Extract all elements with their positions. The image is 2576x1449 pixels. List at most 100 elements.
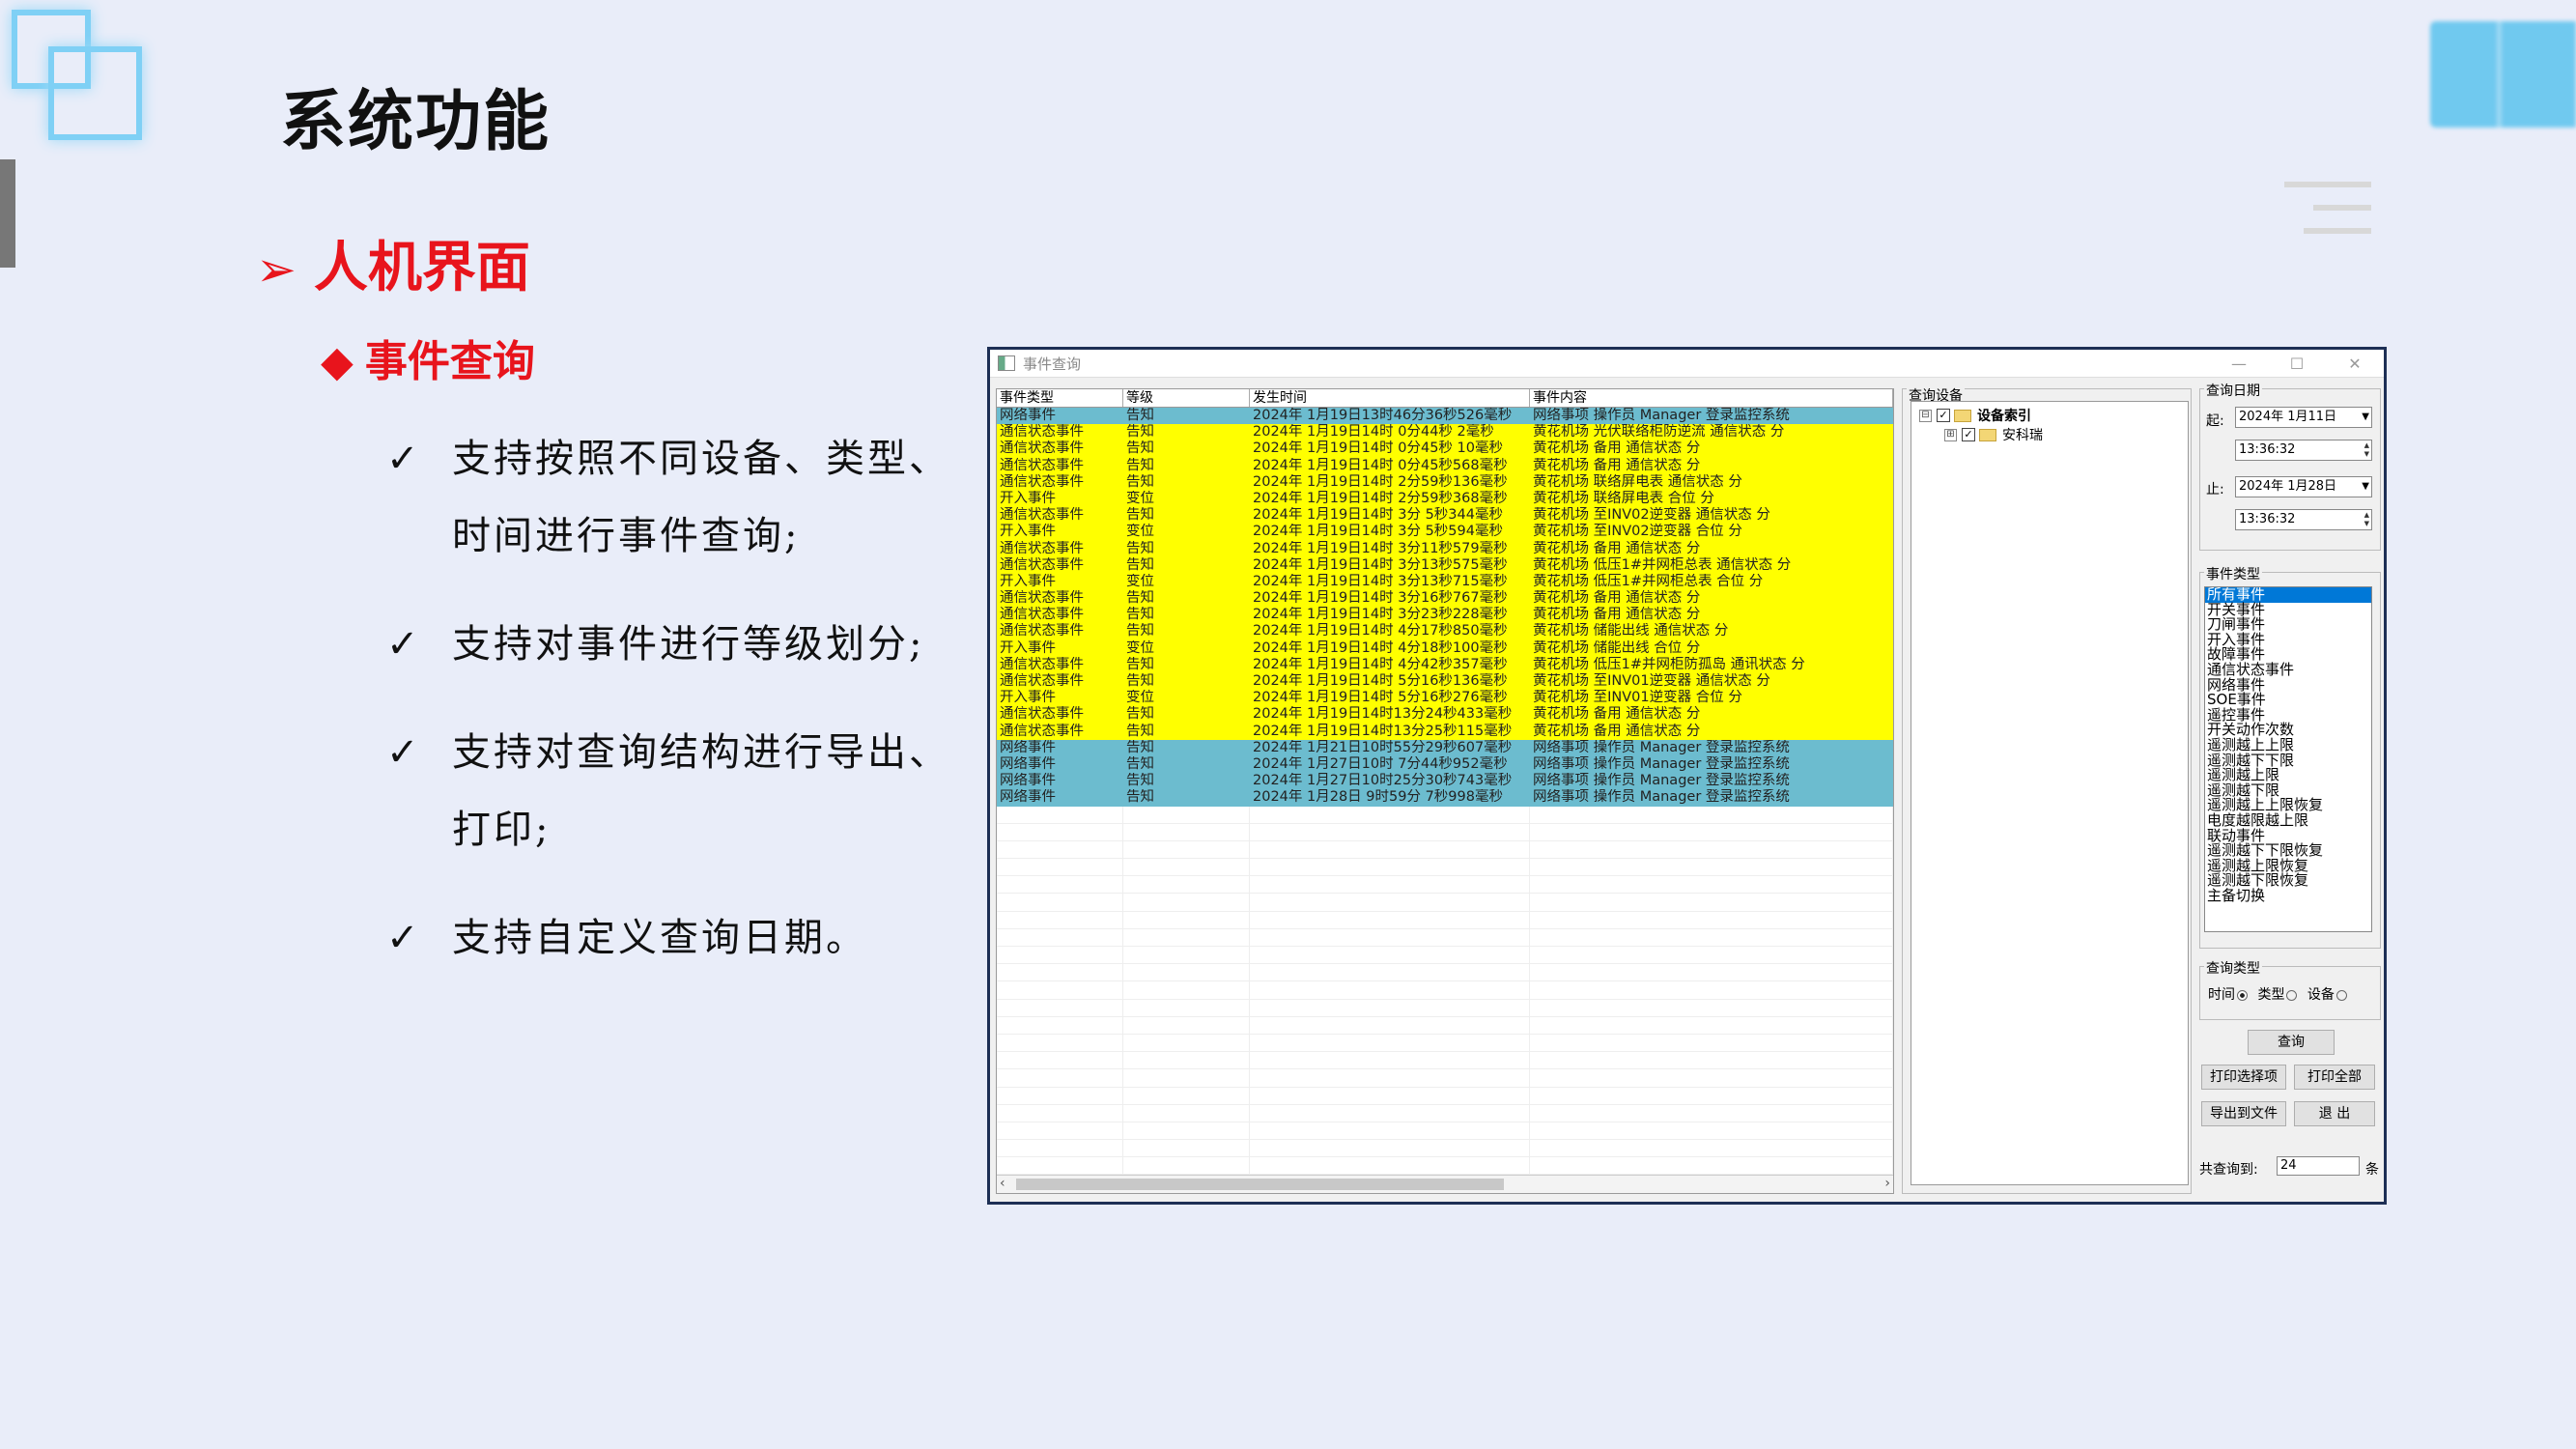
radio-time[interactable]: 时间 <box>2208 987 2248 1003</box>
column-header-type[interactable]: 事件类型 <box>997 389 1123 407</box>
table-row[interactable]: 通信状态事件 告知 2024年 1月19日14时 0分44秒 2毫秒 黄花机场 光伏联… <box>997 424 1893 441</box>
empty-cell <box>997 981 1123 999</box>
radio-button[interactable] <box>2237 989 2248 1001</box>
table-row[interactable]: 通信状态事件 告知 2024年 1月19日14时 4分42秒357毫秒 黄花机场 低压… <box>997 656 1893 673</box>
cell-content: 黄花机场 备用 通信状态 分 <box>1533 706 1701 723</box>
cell-content: 黄花机场 联络屏电表 通信状态 分 <box>1533 473 1742 490</box>
tree-node-device-index[interactable]: ⊟ ✓ 设备索引 <box>1919 406 2188 425</box>
cell-content: 黄花机场 联络屏电表 合位 分 <box>1533 490 1714 506</box>
table-row[interactable]: 开入事件 变位 2024年 1月19日14时 5分16秒276毫秒 黄花机场 至INV… <box>997 690 1893 707</box>
table-row[interactable]: 开入事件 变位 2024年 1月19日14时 3分 5秒594毫秒 黄花机场 至INV… <box>997 524 1893 541</box>
table-row[interactable]: 通信状态事件 告知 2024年 1月19日14时 3分11秒579毫秒 黄花机场 备用… <box>997 540 1893 557</box>
empty-cell <box>1530 859 1893 876</box>
table-row[interactable]: 通信状态事件 告知 2024年 1月19日14时 3分 5秒344毫秒 黄花机场 至I… <box>997 507 1893 525</box>
cell-time: 2024年 1月19日14时 3分23秒228毫秒 <box>1253 607 1508 623</box>
decor-top-right-block <box>2430 21 2576 128</box>
empty-cell <box>1123 1104 1250 1122</box>
table-row[interactable]: 通信状态事件 告知 2024年 1月19日14时 0分45秒 10毫秒 黄花机场 备用… <box>997 440 1893 458</box>
empty-cell <box>997 1052 1123 1069</box>
empty-cell <box>997 1069 1123 1087</box>
table-row[interactable]: 通信状态事件 告知 2024年 1月19日14时 3分13秒575毫秒 黄花机场 低压… <box>997 556 1893 574</box>
print-selected-button[interactable]: 打印选择项 <box>2201 1065 2286 1090</box>
start-date-picker[interactable]: 2024年 1月11日 ▼ <box>2235 407 2372 428</box>
cell-type: 开入事件 <box>1000 524 1056 540</box>
table-row[interactable]: 开入事件 变位 2024年 1月19日14时 4分18秒100毫秒 黄花机场 储能出线… <box>997 639 1893 657</box>
table-row[interactable]: 通信状态事件 告知 2024年 1月19日14时13分24秒433毫秒 黄花机场 备用… <box>997 706 1893 724</box>
table-row[interactable]: 网络事件 告知 2024年 1月27日10时 7分44秒952毫秒 网络事项 操作员 … <box>997 755 1893 774</box>
event-type-list[interactable]: 所有事件 开关事件 刀闸事件 开入事件 故障事件 通信状态事件 网络事件 SOE事件 遥控事件开… <box>2204 586 2372 932</box>
radio-type[interactable]: 类型 <box>2257 987 2298 1003</box>
cell-level: 告知 <box>1126 723 1154 739</box>
event-type-item[interactable]: 主备切换 <box>2205 888 2371 904</box>
scroll-right-icon[interactable]: › <box>1884 1176 1890 1191</box>
radio-button[interactable] <box>2335 989 2347 1001</box>
dropdown-arrow-icon[interactable]: ▼ <box>2362 408 2369 427</box>
tree-checkbox[interactable]: ✓ <box>1937 409 1950 422</box>
column-header-time[interactable]: 发生时间 <box>1250 389 1530 407</box>
empty-cell <box>1530 806 1893 823</box>
event-query-window: 事件查询 — ☐ ✕ 事件类型 等级 发生时间 事件内容 网络事件 告知 2024年… <box>987 347 2387 1205</box>
query-button[interactable]: 查询 <box>2248 1030 2335 1055</box>
cell-content: 黄花机场 备用 通信状态 分 <box>1533 607 1701 623</box>
cell-type: 通信状态事件 <box>1000 457 1084 473</box>
empty-cell <box>997 1104 1123 1122</box>
export-button[interactable]: 导出到文件 <box>2201 1101 2286 1126</box>
table-row[interactable]: 开入事件 变位 2024年 1月19日14时 3分13秒715毫秒 黄花机场 低压1#… <box>997 573 1893 591</box>
empty-cell <box>1250 806 1530 823</box>
table-row[interactable]: 通信状态事件 告知 2024年 1月19日14时 3分16秒767毫秒 黄花机场 备用… <box>997 590 1893 608</box>
empty-cell <box>1123 806 1250 823</box>
horizontal-scrollbar[interactable]: ‹ › <box>997 1175 1893 1193</box>
exit-button[interactable]: 退 出 <box>2294 1101 2375 1126</box>
table-row[interactable]: 网络事件 告知 2024年 1月21日10时55分29秒607毫秒 网络事项 操作员 … <box>997 739 1893 756</box>
table-row[interactable]: 开入事件 变位 2024年 1月19日14时 2分59秒368毫秒 黄花机场 联络屏电… <box>997 490 1893 508</box>
column-header-level[interactable]: 等级 <box>1123 389 1250 407</box>
empty-cell <box>997 859 1123 876</box>
table-row[interactable]: 网络事件 告知 2024年 1月27日10时25分30秒743毫秒 网络事项 操作员 … <box>997 773 1893 790</box>
cell-content: 网络事项 操作员 Manager 登录监控系统 <box>1533 408 1790 423</box>
dropdown-arrow-icon[interactable]: ▼ <box>2362 477 2369 497</box>
feature-text: 支持对事件进行等级划分; <box>452 622 925 667</box>
table-row[interactable]: 通信状态事件 告知 2024年 1月19日14时 3分23秒228毫秒 黄花机场 备用… <box>997 607 1893 624</box>
tree-node-label: 安科瑞 <box>2002 428 2043 443</box>
collapse-icon[interactable]: ⊟ <box>1919 409 1932 422</box>
subsection-heading: ◆ 事件查询 <box>321 327 535 388</box>
empty-row <box>997 1104 1893 1122</box>
page-title: 系统功能 <box>280 84 552 160</box>
spinner-icon[interactable]: ▲ ▼ <box>2364 441 2369 459</box>
feature-item: ✓ 支持按照不同设备、类型、时间进行事件查询; <box>386 420 966 575</box>
scrollbar-thumb[interactable] <box>1016 1179 1504 1190</box>
print-all-button[interactable]: 打印全部 <box>2294 1065 2375 1090</box>
table-row[interactable]: 通信状态事件 告知 2024年 1月19日14时 2分59秒136毫秒 黄花机场 联络… <box>997 473 1893 491</box>
table-row[interactable]: 网络事件 告知 2024年 1月19日13时46分36秒526毫秒 网络事项 操作员 … <box>997 408 1893 425</box>
table-row[interactable]: 通信状态事件 告知 2024年 1月19日14时 5分16秒136毫秒 黄花机场 至I… <box>997 673 1893 691</box>
cell-content: 网络事项 操作员 Manager 登录监控系统 <box>1533 739 1790 755</box>
cell-content: 黄花机场 低压1#并网柜防孤岛 通讯状态 分 <box>1533 656 1805 672</box>
column-header-content[interactable]: 事件内容 <box>1530 389 1893 407</box>
minimize-icon[interactable]: — <box>2210 355 2268 373</box>
start-time-picker[interactable]: 13:36:32 ▲ ▼ <box>2235 440 2372 461</box>
expand-icon[interactable]: ⊞ <box>1944 428 1957 441</box>
table-row[interactable]: 网络事件 告知 2024年 1月28日 9时59分 7秒998毫秒 网络事项 操作员 … <box>997 789 1893 807</box>
empty-row <box>997 894 1893 912</box>
event-grid[interactable]: 事件类型 等级 发生时间 事件内容 网络事件 告知 2024年 1月19日13时46… <box>996 388 1894 1194</box>
device-tree[interactable]: ⊟ ✓ 设备索引 ⊞ ✓ 安科瑞 <box>1911 401 2189 1185</box>
tree-checkbox[interactable]: ✓ <box>1962 428 1975 441</box>
radio-device[interactable]: 设备 <box>2307 987 2347 1003</box>
cell-content: 网络事项 操作员 Manager 登录监控系统 <box>1533 773 1790 789</box>
end-time-picker[interactable]: 13:36:32 ▲ ▼ <box>2235 509 2372 530</box>
empty-cell <box>1250 1034 1530 1052</box>
radio-button[interactable] <box>2286 989 2298 1001</box>
spinner-icon[interactable]: ▲ ▼ <box>2364 511 2369 528</box>
cell-time: 2024年 1月19日14时 0分45秒 10毫秒 <box>1253 440 1503 457</box>
close-icon[interactable]: ✕ <box>2326 355 2384 373</box>
cell-type: 通信状态事件 <box>1000 723 1084 739</box>
end-date-picker[interactable]: 2024年 1月28日 ▼ <box>2235 476 2372 497</box>
table-row[interactable]: 通信状态事件 告知 2024年 1月19日14时13分25秒115毫秒 黄花机场 备用… <box>997 723 1893 740</box>
maximize-icon[interactable]: ☐ <box>2268 355 2326 373</box>
cell-type: 通信状态事件 <box>1000 706 1084 723</box>
empty-cell <box>1250 928 1530 946</box>
tree-node-acrel[interactable]: ⊞ ✓ 安科瑞 <box>1944 425 2188 444</box>
table-row[interactable]: 通信状态事件 告知 2024年 1月19日14时 4分17秒850毫秒 黄花机场 储能… <box>997 623 1893 640</box>
table-row[interactable]: 通信状态事件 告知 2024年 1月19日14时 0分45秒568毫秒 黄花机场 备用… <box>997 457 1893 474</box>
scroll-left-icon[interactable]: ‹ <box>1000 1176 1005 1191</box>
